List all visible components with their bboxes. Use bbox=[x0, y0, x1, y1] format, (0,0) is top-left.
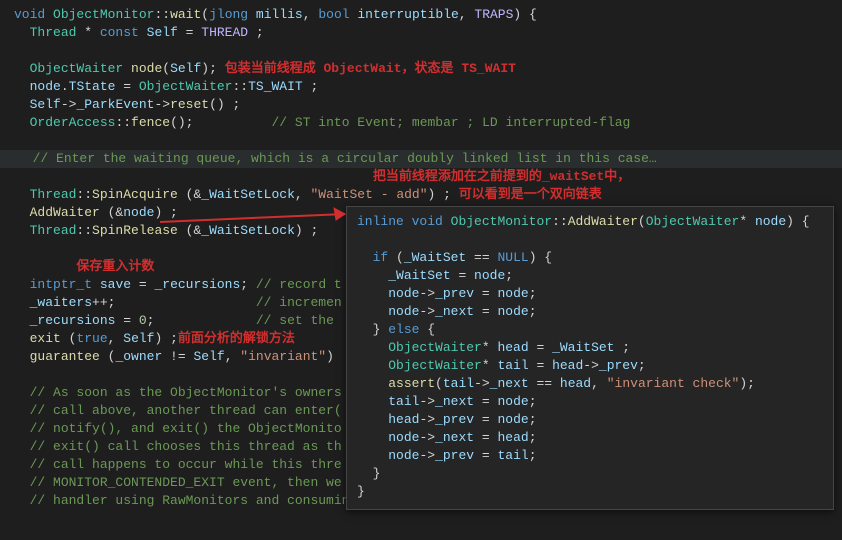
code-line: Self->_ParkEvent->reset() ; bbox=[14, 96, 842, 114]
hover-line: _WaitSet = node; bbox=[357, 267, 823, 285]
code-line-highlighted: // Enter the waiting queue, which is a c… bbox=[0, 150, 842, 168]
hover-definition-box[interactable]: inline void ObjectMonitor::AddWaiter(Obj… bbox=[346, 206, 834, 510]
hover-line: node->_next = node; bbox=[357, 303, 823, 321]
hover-line bbox=[357, 231, 823, 249]
hover-line: head->_prev = node; bbox=[357, 411, 823, 429]
hover-line: } else { bbox=[357, 321, 823, 339]
annotation: 可以看到是一个双向链表 bbox=[459, 187, 602, 202]
code-line: Thread * const Self = THREAD ; bbox=[14, 24, 842, 42]
annotation: 保存重入计数 bbox=[76, 259, 154, 274]
code-line bbox=[14, 42, 842, 60]
hover-line: inline void ObjectMonitor::AddWaiter(Obj… bbox=[357, 213, 823, 231]
hover-line: node->_next = head; bbox=[357, 429, 823, 447]
code-line bbox=[14, 132, 842, 150]
code-line: ObjectWaiter node(Self); 包装当前线程成 ObjectW… bbox=[14, 60, 842, 78]
code-line: OrderAccess::fence(); // ST into Event; … bbox=[14, 114, 842, 132]
hover-line: ObjectWaiter* tail = head->_prev; bbox=[357, 357, 823, 375]
hover-line: if (_WaitSet == NULL) { bbox=[357, 249, 823, 267]
hover-line: assert(tail->_next == head, "invariant c… bbox=[357, 375, 823, 393]
annotation: 前面分析的解锁方法 bbox=[178, 331, 295, 346]
hover-line: } bbox=[357, 483, 823, 501]
annotation: 把当前线程添加在之前提到的_waitSet中， bbox=[373, 169, 630, 184]
code-line: node.TState = ObjectWaiter::TS_WAIT ; bbox=[14, 78, 842, 96]
code-line: Thread::SpinAcquire (&_WaitSetLock, "Wai… bbox=[14, 186, 842, 204]
hover-line: ObjectWaiter* head = _WaitSet ; bbox=[357, 339, 823, 357]
code-line: 把当前线程添加在之前提到的_waitSet中， bbox=[14, 168, 842, 186]
hover-line: node->_prev = node; bbox=[357, 285, 823, 303]
code-line: void ObjectMonitor::wait(jlong millis, b… bbox=[14, 6, 842, 24]
hover-line: tail->_next = node; bbox=[357, 393, 823, 411]
hover-line: node->_prev = tail; bbox=[357, 447, 823, 465]
annotation: 包装当前线程成 ObjectWait，状态是 TS_WAIT bbox=[225, 61, 516, 76]
hover-line: } bbox=[357, 465, 823, 483]
